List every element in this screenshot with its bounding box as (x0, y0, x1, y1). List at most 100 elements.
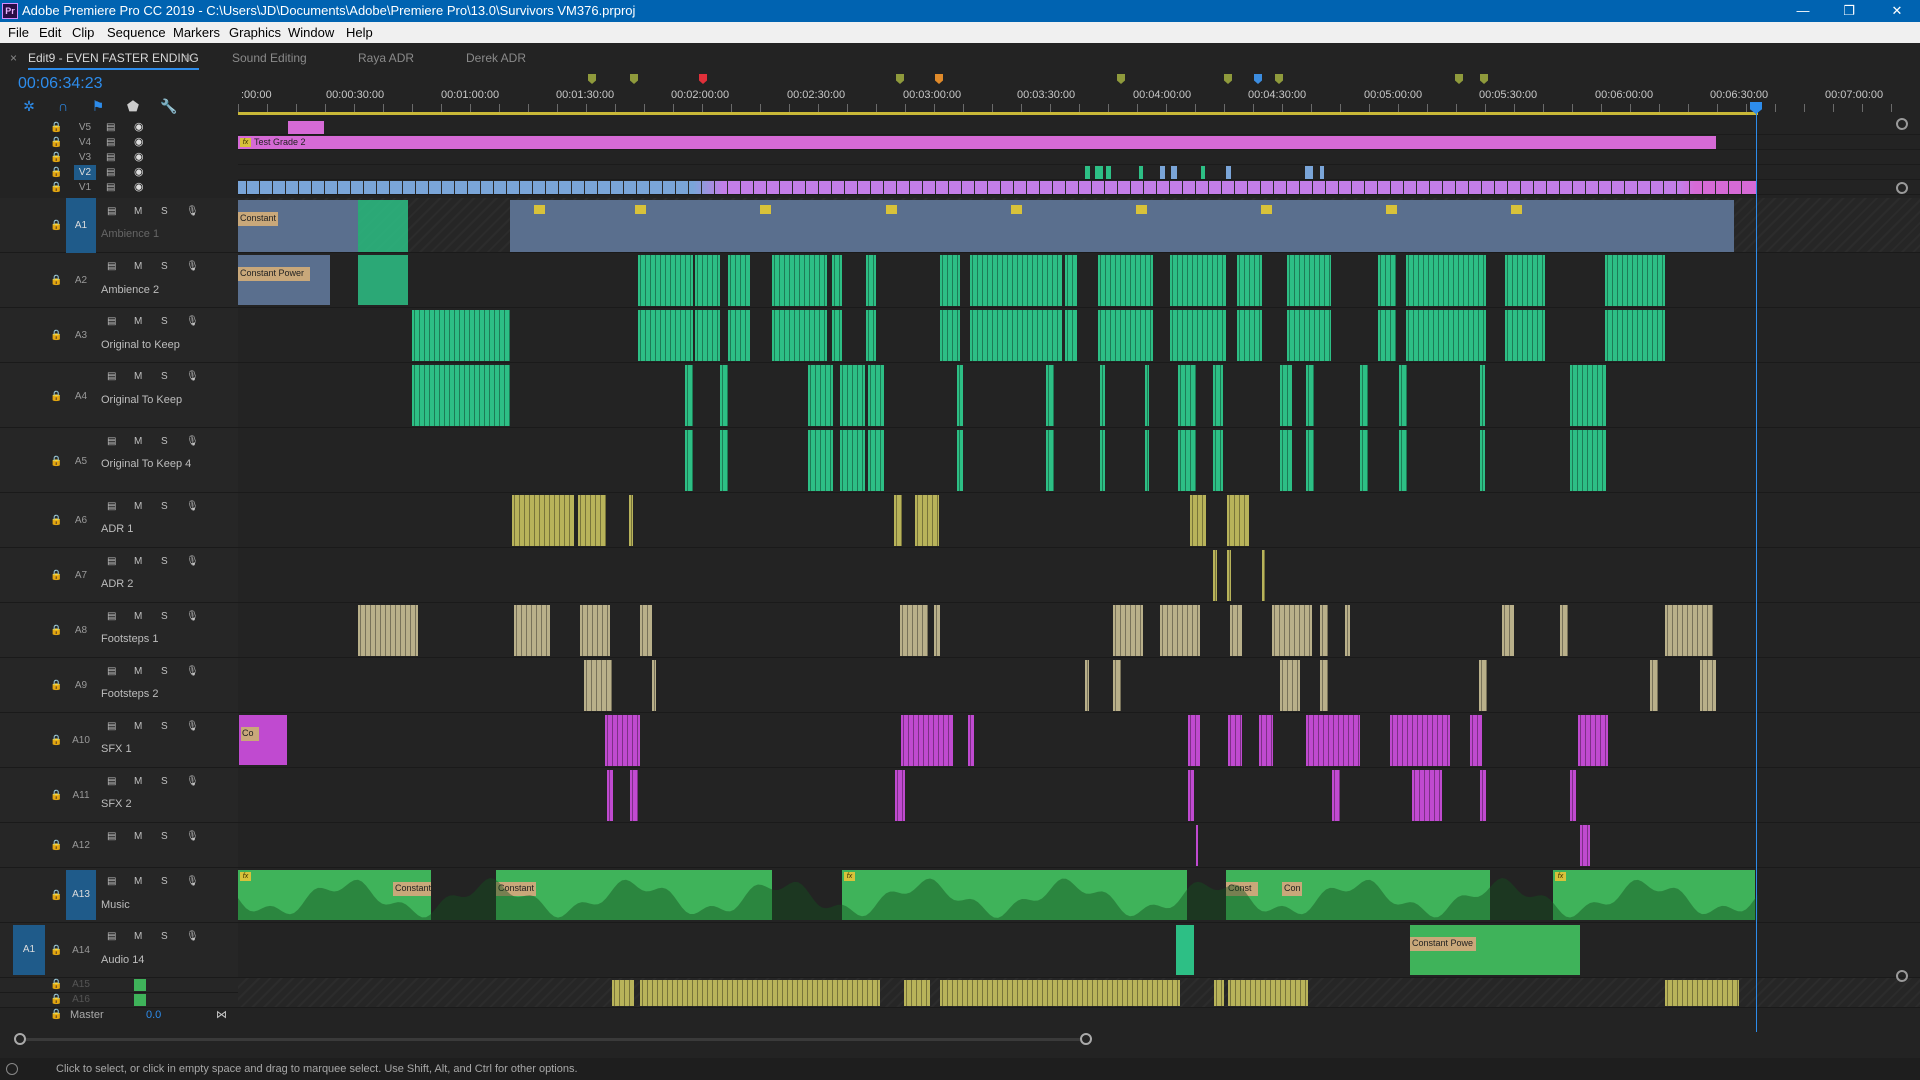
audio-clip[interactable] (1280, 660, 1300, 711)
audio-lane-a12[interactable] (238, 823, 1920, 868)
snap-icon[interactable]: ✲ (22, 99, 36, 113)
sync-lock-icon[interactable]: ▤ (107, 831, 116, 842)
track-header-a6[interactable]: 🔒 A6 ▤ M S 🎙 ADR 1 (0, 493, 238, 548)
audio-clip[interactable]: Constant Power (238, 255, 330, 305)
audio-clip[interactable] (1196, 825, 1198, 866)
sequence-marker[interactable] (935, 74, 943, 84)
voiceover-mic-icon[interactable]: 🎙 (186, 316, 199, 327)
audio-clip[interactable] (580, 605, 610, 656)
audio-clip[interactable] (866, 310, 876, 361)
lock-icon[interactable]: 🔒 (50, 135, 62, 150)
audio-clip[interactable] (940, 310, 960, 361)
lock-icon[interactable]: 🔒 (50, 275, 62, 286)
audio-clip[interactable] (832, 310, 842, 361)
scroll-track[interactable] (20, 1038, 1080, 1041)
sequence-marker[interactable] (1117, 74, 1125, 84)
audio-clip[interactable] (808, 430, 833, 491)
solo-button[interactable]: S (161, 931, 168, 942)
transition-clip[interactable]: Constant Powe (1410, 937, 1476, 951)
master-volume[interactable]: 0.0 (146, 1009, 161, 1021)
audio-lane-a15-a16[interactable] (238, 978, 1920, 1008)
audio-clip[interactable] (1578, 715, 1608, 766)
panel-menu-icon[interactable]: ≡ (184, 46, 191, 70)
sequence-marker[interactable] (1224, 74, 1232, 84)
audio-clip[interactable] (728, 310, 750, 361)
audio-clip[interactable] (412, 365, 510, 426)
audio-lane-a14[interactable]: Constant Powe (238, 923, 1920, 978)
audio-clip[interactable] (1178, 365, 1196, 426)
voiceover-mic-icon[interactable]: 🎙 (186, 721, 199, 732)
audio-lane-a4[interactable] (238, 363, 1920, 428)
eye-icon[interactable]: ◉ (134, 150, 144, 165)
lock-icon[interactable]: 🔒 (50, 680, 62, 691)
audio-clip[interactable] (1176, 925, 1194, 975)
sync-lock-icon[interactable]: ▤ (107, 206, 116, 217)
track-name[interactable]: A5 (66, 456, 96, 467)
source-patch-a1[interactable]: A1 (13, 925, 45, 975)
audio-lane-a10[interactable]: Co (238, 713, 1920, 768)
audio-clip[interactable] (1399, 430, 1407, 491)
audio-clip[interactable] (1100, 430, 1105, 491)
audio-clip[interactable] (1505, 255, 1545, 306)
audio-clip[interactable] (904, 980, 930, 1006)
zoom-knob-left[interactable] (14, 1033, 26, 1045)
audio-clip[interactable] (1085, 660, 1089, 711)
audio-clip[interactable] (1065, 310, 1077, 361)
audio-lane-a7[interactable] (238, 548, 1920, 603)
track-name[interactable]: A14 (66, 945, 96, 956)
audio-clip[interactable] (1580, 825, 1590, 866)
video-lane-v1[interactable] (238, 180, 1920, 195)
track-header-v5[interactable]: 🔒 V5 ▤ ◉ (0, 120, 238, 135)
solo-button[interactable]: S (161, 556, 168, 567)
transition-clip[interactable]: Constant (238, 212, 278, 226)
filmstrip-icon[interactable]: ▤ (106, 150, 115, 165)
track-header-v2[interactable]: 🔒 V2 ▤ ◉ (0, 165, 238, 180)
add-marker-icon[interactable]: ⬟ (126, 99, 140, 113)
sync-lock-icon[interactable]: ▤ (107, 931, 116, 942)
audio-clip[interactable] (1272, 605, 1312, 656)
master-track[interactable]: 🔒 Master 0.0 ⋈ (0, 1007, 238, 1025)
track-name[interactable]: A12 (66, 840, 96, 851)
audio-clip[interactable] (1605, 255, 1665, 306)
audio-clip[interactable] (358, 255, 408, 305)
mute-button[interactable]: M (134, 831, 142, 842)
tab-derek-adr[interactable]: Derek ADR (466, 46, 526, 70)
sequence-marker[interactable] (699, 74, 707, 84)
transition-clip[interactable]: Co (241, 727, 259, 741)
audio-clip[interactable] (1145, 430, 1149, 491)
audio-clip[interactable] (412, 310, 510, 361)
audio-clip[interactable] (832, 255, 842, 306)
track-header-a13[interactable]: 🔒 A13 ▤ M S 🎙 Music (0, 868, 238, 923)
audio-clip[interactable] (957, 365, 963, 426)
voiceover-mic-icon[interactable]: 🎙 (186, 501, 199, 512)
video-lane-v5[interactable] (238, 120, 1920, 135)
voiceover-mic-icon[interactable]: 🎙 (186, 666, 199, 677)
audio-clip[interactable] (1505, 310, 1545, 361)
audio-clip[interactable] (1188, 715, 1200, 766)
horizontal-zoom-scrollbar[interactable] (14, 1033, 1894, 1045)
audio-clip[interactable] (840, 365, 865, 426)
solo-button[interactable]: S (161, 666, 168, 677)
audio-clip[interactable] (1665, 605, 1713, 656)
audio-lane-a13[interactable]: fx Constant Constant fx Const Con fx (238, 868, 1920, 923)
audio-clip[interactable] (1406, 255, 1486, 306)
audio-clip[interactable] (728, 255, 750, 306)
audio-clip[interactable] (901, 715, 953, 766)
playhead-timecode[interactable]: 00:06:34:23 (18, 75, 103, 93)
solo-button[interactable]: S (161, 876, 168, 887)
audio-lane-a9[interactable] (238, 658, 1920, 713)
lock-icon[interactable]: 🔒 (50, 391, 62, 402)
audio-clip[interactable] (1480, 770, 1486, 821)
sync-lock-icon[interactable]: ▤ (107, 776, 116, 787)
track-name[interactable]: V4 (74, 135, 96, 150)
track-name[interactable]: A15 (66, 979, 96, 990)
audio-clip[interactable] (1320, 660, 1328, 711)
video-clip[interactable] (1171, 166, 1177, 179)
track-name[interactable]: A6 (66, 515, 96, 526)
audio-clip[interactable] (612, 980, 634, 1006)
filmstrip-icon[interactable]: ▤ (106, 165, 115, 180)
track-name[interactable]: A4 (66, 391, 96, 402)
audio-clip[interactable] (640, 980, 880, 1006)
eye-icon[interactable]: ◉ (134, 135, 144, 150)
solo-button[interactable]: S (161, 371, 168, 382)
